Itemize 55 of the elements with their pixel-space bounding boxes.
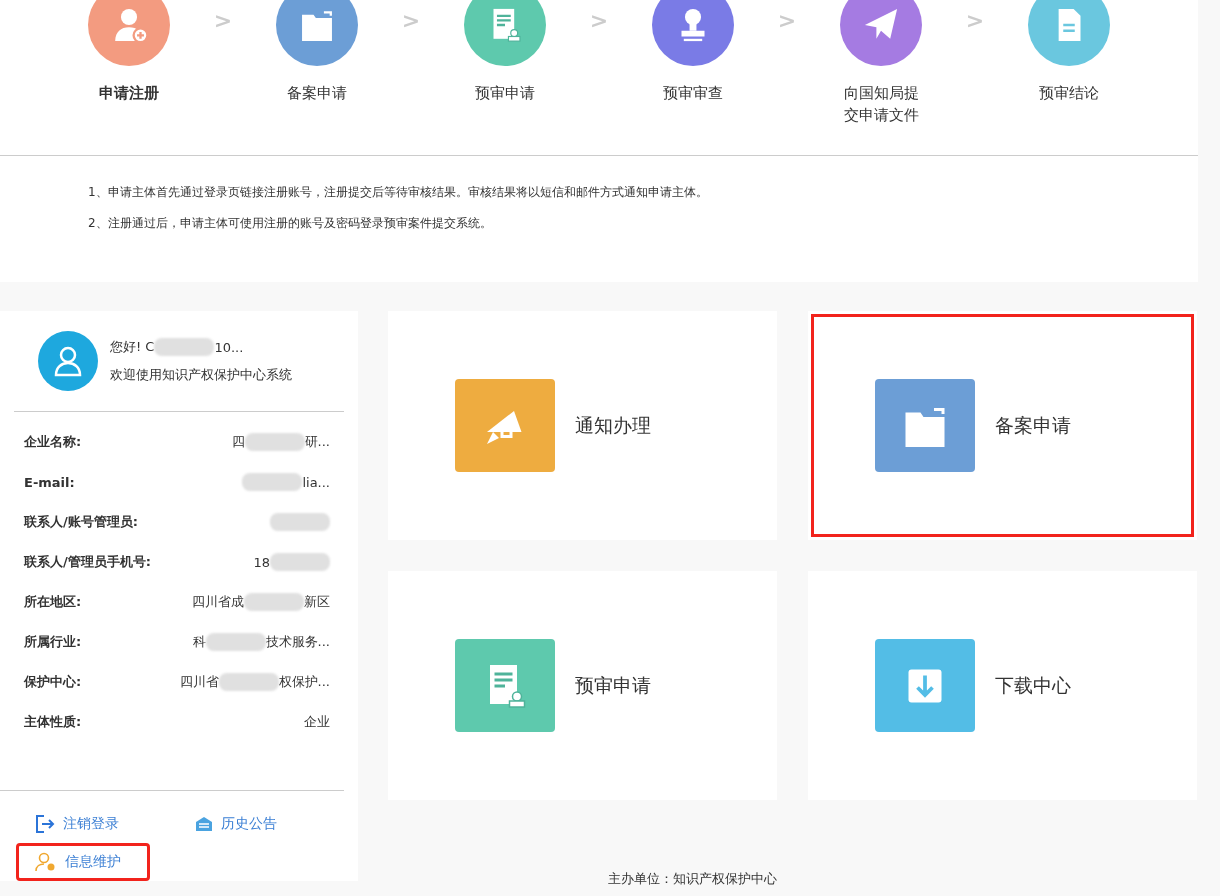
- step-arrow: >: [588, 7, 610, 33]
- field-label: 联系人/管理员手机号:: [24, 553, 151, 571]
- field-label: 企业名称:: [24, 433, 82, 451]
- note-text: 2、注册通过后，申请主体可使用注册的账号及密码登录预审案件提交系统。: [88, 215, 493, 232]
- logout-link[interactable]: 注销登录: [16, 805, 176, 843]
- field-label: 主体性质:: [24, 713, 82, 731]
- notice-board-icon: [195, 816, 213, 832]
- welcome-text: 欢迎使用知识产权保护中心系统: [110, 366, 292, 384]
- redaction-blur: [154, 338, 215, 356]
- greeting-text: 10...: [214, 339, 244, 355]
- redaction-blur: [244, 593, 304, 611]
- field-value: 研...: [304, 433, 330, 451]
- redaction-blur: [218, 673, 279, 691]
- profile-link[interactable]: 信息维护: [16, 843, 150, 881]
- field-value: 四川省成: [192, 593, 244, 611]
- notice-link[interactable]: 历史公告: [176, 805, 336, 843]
- menu-tile[interactable]: 通知办理: [388, 311, 777, 540]
- field-value: 权保护...: [278, 673, 330, 691]
- menu-tile[interactable]: 预审申请: [388, 571, 777, 800]
- menu-tile[interactable]: 下载中心: [808, 571, 1197, 800]
- field-value: 企业: [304, 713, 330, 731]
- field-value: 18: [253, 554, 270, 570]
- field-value: lia...: [302, 474, 330, 490]
- logout-icon: [35, 814, 55, 834]
- field-value: 新区: [304, 593, 330, 611]
- step-arrow: >: [776, 7, 798, 33]
- avatar-icon: [38, 331, 98, 391]
- menu-tile[interactable]: 备案申请: [808, 311, 1197, 540]
- step-label: 预审申请: [474, 83, 536, 104]
- step-label: 预审审查: [662, 83, 724, 104]
- field-label: 所在地区:: [24, 593, 82, 611]
- note-text: 1、申请主体首先通过登录页链接注册账号，注册提交后等待审核结果。审核结果将以短信和邮件方式通知申请主体。: [88, 184, 709, 201]
- field-value: 科: [192, 633, 206, 651]
- redaction-blur: [205, 633, 266, 651]
- field-label: 联系人/账号管理员:: [24, 513, 138, 531]
- step-label: 向国知局提交申请文件: [842, 83, 920, 126]
- field-label: 保护中心:: [24, 673, 82, 691]
- field-value: 四: [231, 433, 245, 451]
- redaction-blur: [242, 473, 303, 491]
- user-gear-icon: [35, 852, 57, 872]
- step-arrow: >: [212, 7, 234, 33]
- field-value: 技术服务...: [265, 633, 330, 651]
- redaction-blur: [270, 513, 330, 531]
- greeting-text: 您好! C: [110, 338, 155, 356]
- step-label: 申请注册: [98, 83, 160, 104]
- step-label: 备案申请: [286, 83, 348, 104]
- field-label: E-mail:: [24, 474, 75, 490]
- field-label: 所属行业:: [24, 633, 82, 651]
- redaction-blur: [244, 433, 305, 451]
- field-value: 四川省: [179, 673, 219, 691]
- step-label: 预审结论: [1038, 83, 1100, 104]
- footer-text: 主办单位：知识产权保护中心: [608, 870, 777, 888]
- redaction-blur: [270, 553, 330, 571]
- step-arrow: >: [400, 7, 422, 33]
- step-arrow: >: [964, 7, 986, 33]
